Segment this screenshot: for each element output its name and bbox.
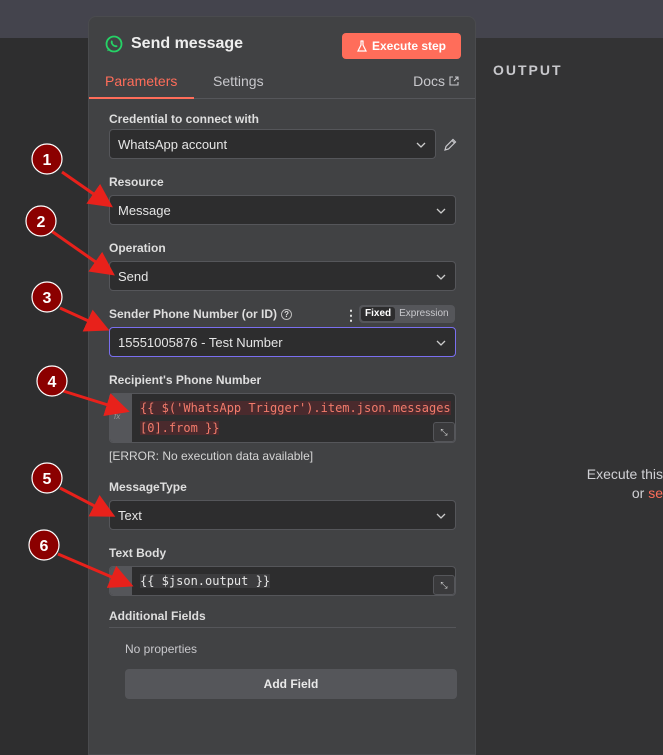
panel-tabs: Parameters Settings Docs xyxy=(89,73,475,99)
chevron-down-icon xyxy=(436,513,446,519)
credential-value: WhatsApp account xyxy=(118,136,228,152)
mode-expression[interactable]: Expression xyxy=(395,307,452,321)
text-body-expression: {{ $json.output }} xyxy=(140,571,271,591)
help-icon[interactable]: ? xyxy=(281,309,293,321)
recipient-expression-input[interactable]: fx {{ $('WhatsApp Trigger').item.json.me… xyxy=(109,393,456,443)
node-parameters-panel: Send message Execute step Parameters Set… xyxy=(88,16,476,755)
chevron-down-icon xyxy=(416,142,426,148)
recipient-error: [ERROR: No execution data available] xyxy=(109,449,314,463)
chevron-down-icon xyxy=(436,340,446,346)
recipient-expression-line2: [0].from }} xyxy=(140,421,220,435)
divider xyxy=(109,627,456,628)
output-hint-link[interactable]: se xyxy=(648,485,663,501)
execute-step-label: Execute step xyxy=(371,39,447,53)
fixed-expression-toggle[interactable]: Fixed Expression xyxy=(359,305,455,323)
expression-gutter: fx xyxy=(110,567,132,595)
resource-value: Message xyxy=(118,202,171,218)
text-body-label: Text Body xyxy=(109,546,167,560)
output-hint-line1: Execute this xyxy=(586,466,663,482)
add-field-button[interactable]: Add Field xyxy=(125,669,457,699)
whatsapp-icon xyxy=(105,35,123,53)
edit-credential-icon[interactable] xyxy=(442,137,458,153)
output-title: OUTPUT xyxy=(493,62,563,78)
expression-gutter: fx xyxy=(110,394,132,442)
text-body-expression-value: {{ $json.output }} xyxy=(140,574,271,588)
expand-editor-icon[interactable]: ⤡ xyxy=(433,422,455,442)
output-pane xyxy=(476,38,663,755)
execute-step-button[interactable]: Execute step xyxy=(342,33,461,59)
sender-label: Sender Phone Number (or ID)? xyxy=(109,307,293,321)
additional-fields-label: Additional Fields xyxy=(109,609,206,623)
no-properties-text: No properties xyxy=(125,642,198,656)
flask-icon xyxy=(356,40,367,52)
message-type-value: Text xyxy=(118,507,142,523)
tab-settings[interactable]: Settings xyxy=(213,73,264,89)
output-hint: Execute this or se xyxy=(573,465,663,503)
recipient-expression: {{ $('WhatsApp Trigger').item.json.messa… xyxy=(140,398,451,438)
chevron-down-icon xyxy=(436,274,446,280)
active-tab-indicator xyxy=(89,97,194,99)
sender-value: 15551005876 - Test Number xyxy=(118,334,283,350)
docs-link[interactable]: Docs xyxy=(413,73,459,89)
message-type-select[interactable]: Text xyxy=(109,500,456,530)
credential-label: Credential to connect with xyxy=(109,112,260,126)
operation-value: Send xyxy=(118,268,149,284)
options-menu-icon[interactable]: ⋮ xyxy=(344,307,358,324)
text-body-expression-input[interactable]: fx {{ $json.output }} ⤡ xyxy=(109,566,456,596)
message-type-label: MessageType xyxy=(109,480,187,494)
mode-fixed[interactable]: Fixed xyxy=(361,307,396,321)
sender-label-text: Sender Phone Number (or ID) xyxy=(109,307,278,321)
docs-label: Docs xyxy=(413,73,445,89)
node-title: Send message xyxy=(131,35,244,52)
tab-parameters[interactable]: Parameters xyxy=(105,73,177,89)
resource-select[interactable]: Message xyxy=(109,195,456,225)
node-header: Send message xyxy=(105,35,243,53)
operation-select[interactable]: Send xyxy=(109,261,456,291)
canvas-background xyxy=(0,38,88,755)
recipient-expression-line1: {{ $('WhatsApp Trigger').item.json.messa… xyxy=(140,401,451,415)
expand-editor-icon[interactable]: ⤡ xyxy=(433,575,455,595)
chevron-down-icon xyxy=(436,208,446,214)
recipient-label: Recipient's Phone Number xyxy=(109,373,262,387)
output-hint-or: or xyxy=(631,485,645,501)
sender-select[interactable]: 15551005876 - Test Number xyxy=(109,327,456,357)
external-link-icon xyxy=(449,76,459,86)
resource-label: Resource xyxy=(109,175,164,189)
operation-label: Operation xyxy=(109,241,166,255)
credential-select[interactable]: WhatsApp account xyxy=(109,129,436,159)
